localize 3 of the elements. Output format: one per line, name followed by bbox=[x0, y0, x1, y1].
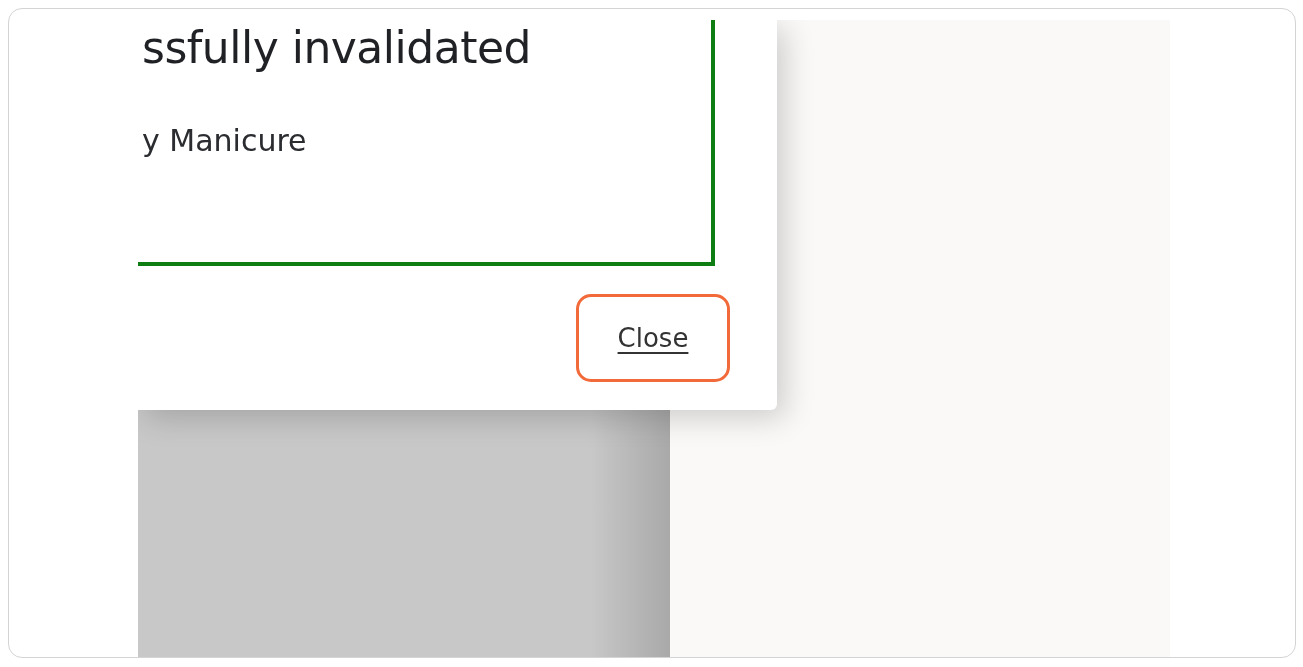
service-name: y Manicure bbox=[142, 123, 308, 158]
success-heading: ssfully invalidated bbox=[142, 21, 532, 73]
close-button[interactable]: Close bbox=[576, 294, 730, 382]
